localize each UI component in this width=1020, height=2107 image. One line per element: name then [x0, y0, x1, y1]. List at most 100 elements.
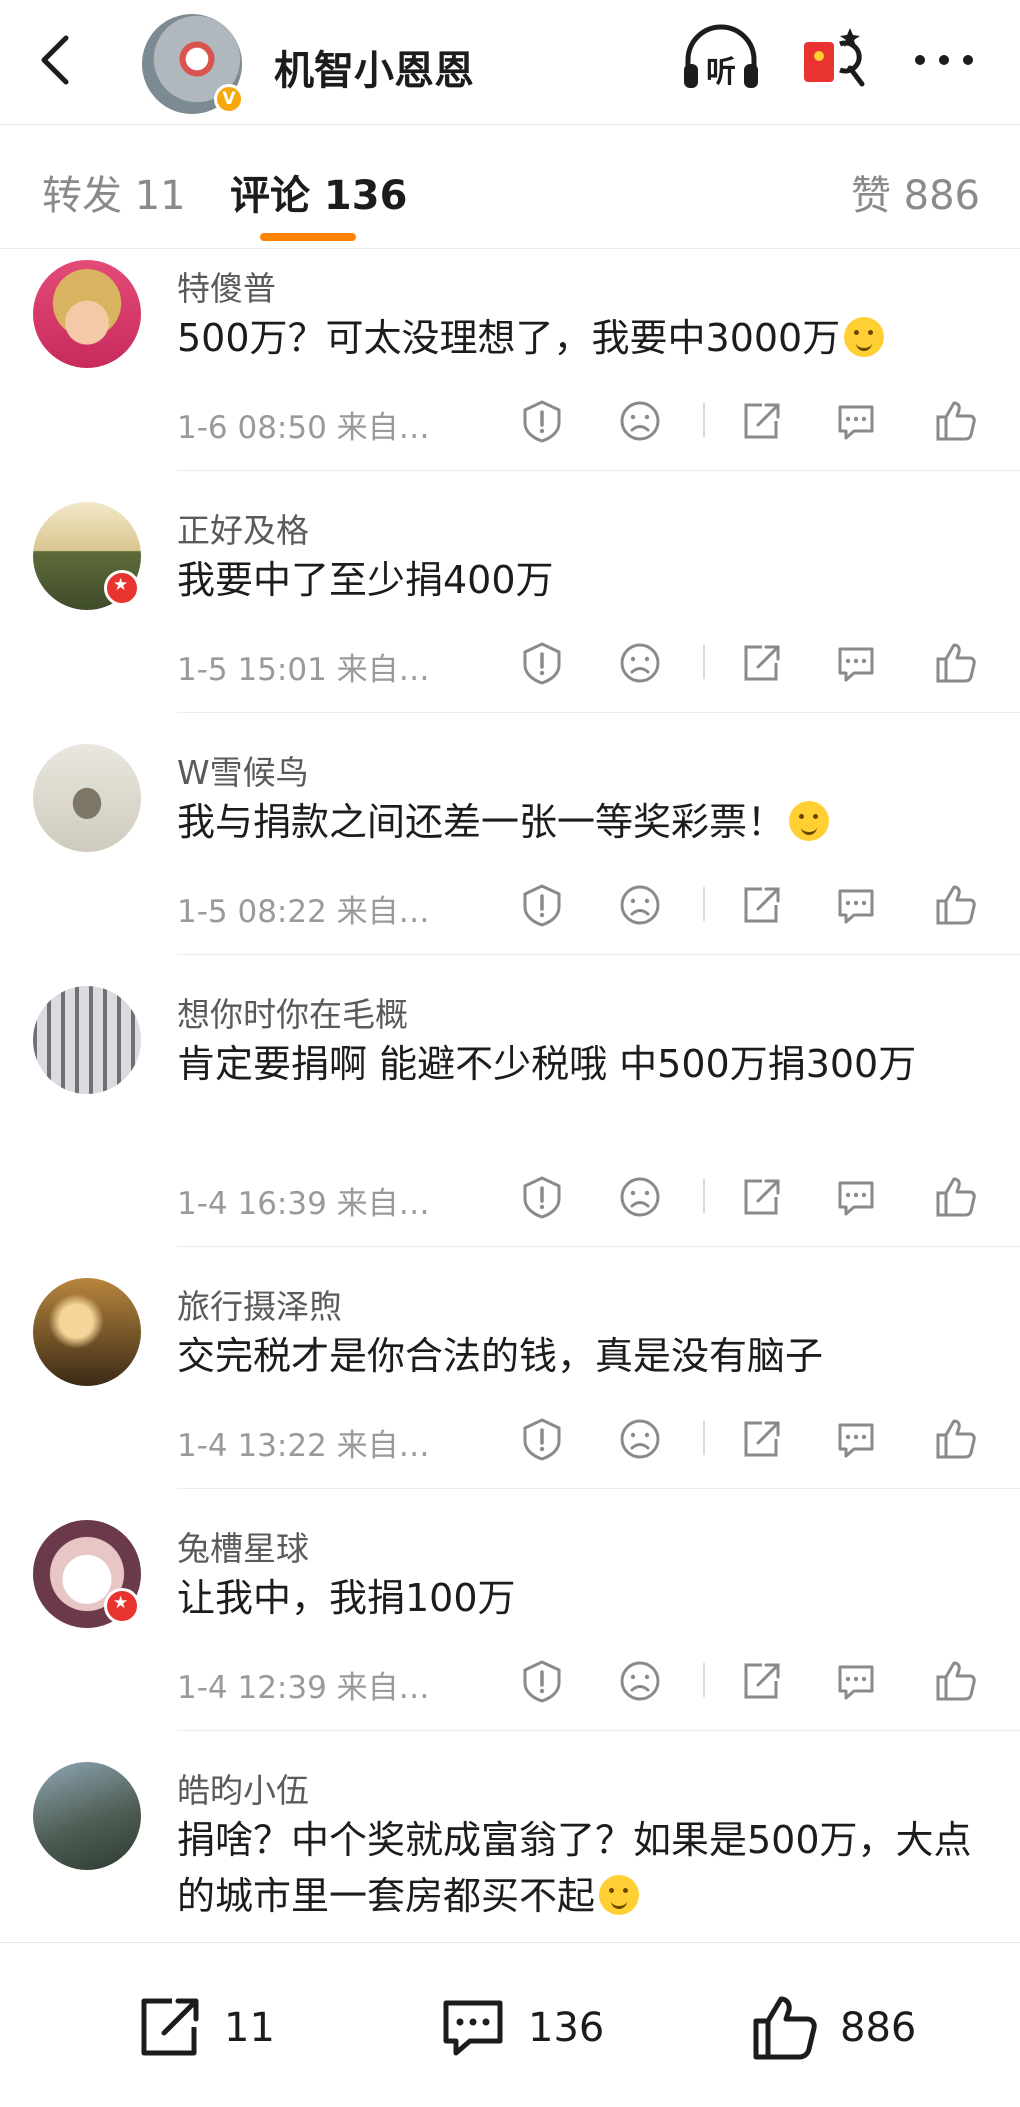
share-button[interactable] — [738, 399, 782, 443]
comment-actions — [520, 880, 990, 930]
thumbs-up-icon — [936, 1177, 976, 1217]
like-button[interactable] — [934, 641, 978, 685]
reply-icon — [838, 405, 874, 440]
report-button[interactable] — [520, 399, 564, 443]
share-icon — [744, 1179, 780, 1215]
dislike-icon — [620, 885, 660, 925]
dislike-button[interactable] — [618, 883, 662, 927]
report-button[interactable] — [520, 641, 564, 685]
like-button[interactable] — [934, 399, 978, 443]
member-badge — [104, 1588, 140, 1624]
post-tabs: 转发 11 评论 136 赞 886 — [0, 125, 1020, 249]
tab-likes[interactable]: 赞 886 — [851, 163, 980, 221]
active-tab-indicator — [260, 233, 356, 241]
like-button[interactable] — [934, 1659, 978, 1703]
dislike-icon — [620, 1177, 660, 1217]
comment-text: 我与捐款之间还差一张一等奖彩票！ — [177, 794, 977, 850]
comment-meta: 1-4 13:22 来自… — [177, 1428, 430, 1464]
dislike-icon — [620, 643, 660, 683]
reply-button[interactable] — [834, 1175, 878, 1219]
red-envelope-icon — [804, 28, 865, 87]
commenter-name[interactable]: 旅行摄泽煦 — [177, 1280, 342, 1328]
comment-divider — [177, 470, 1020, 471]
comment-actions — [520, 396, 990, 446]
report-icon — [523, 1660, 561, 1703]
listen-button[interactable]: 听 — [680, 22, 762, 96]
commenter-name[interactable]: 正好及格 — [177, 504, 309, 552]
commenter-avatar[interactable] — [33, 1762, 141, 1870]
smirk-emoji-icon — [844, 317, 885, 357]
crying-emoji-icon — [789, 801, 830, 841]
commenter-name[interactable]: 皓昀小伍 — [177, 1764, 309, 1812]
share-icon — [744, 1421, 780, 1457]
laugh-cry-emoji-icon — [599, 1875, 640, 1915]
like-button[interactable] — [934, 1175, 978, 1219]
dislike-button[interactable] — [618, 1659, 662, 1703]
reply-button[interactable] — [834, 641, 878, 685]
like-button[interactable] — [934, 883, 978, 927]
more-horizontal-icon — [915, 55, 973, 65]
dislike-button[interactable] — [618, 641, 662, 685]
commenter-name[interactable]: W雪候鸟 — [177, 746, 309, 794]
action-divider — [703, 645, 705, 679]
comment-text: 500万？可太没理想了，我要中3000万 — [177, 310, 977, 366]
commenter-avatar[interactable] — [33, 744, 141, 852]
red-envelope-button[interactable] — [800, 22, 870, 96]
share-button[interactable] — [738, 883, 782, 927]
commenter-name[interactable]: 兔槽星球 — [177, 1522, 309, 1570]
report-button[interactable] — [520, 1659, 564, 1703]
report-button[interactable] — [520, 1175, 564, 1219]
dislike-button[interactable] — [618, 399, 662, 443]
share-button[interactable] — [738, 1175, 782, 1219]
member-badge — [104, 570, 140, 606]
reply-button[interactable] — [834, 883, 878, 927]
share-icon — [744, 887, 780, 923]
comment-meta: 1-4 16:39 来自… — [177, 1186, 430, 1222]
comment-count: 136 — [528, 2005, 605, 2051]
dislike-button[interactable] — [618, 1175, 662, 1219]
listen-label: 听 — [706, 55, 736, 90]
reply-button[interactable] — [834, 399, 878, 443]
reply-icon — [838, 1665, 874, 1700]
reply-icon — [838, 1181, 874, 1216]
comment-meta: 1-4 12:39 来自… — [177, 1670, 430, 1706]
share-icon — [744, 1663, 780, 1699]
action-divider — [703, 1421, 705, 1455]
report-button[interactable] — [520, 1417, 564, 1461]
chevron-left-icon — [41, 35, 69, 85]
repost-count: 11 — [224, 2005, 275, 2051]
share-button[interactable] — [738, 1659, 782, 1703]
commenter-avatar[interactable] — [33, 986, 141, 1094]
top-bar: V 机智小恩恩 听 — [0, 0, 1020, 125]
dislike-button[interactable] — [618, 1417, 662, 1461]
thumbs-up-icon — [753, 1996, 817, 2060]
tab-repost[interactable]: 转发 11 — [42, 163, 186, 221]
reply-button[interactable] — [834, 1417, 878, 1461]
dislike-icon — [620, 1661, 660, 1701]
comment-text: 肯定要捐啊 能避不少税哦 中500万捐300万 — [177, 1042, 917, 1086]
action-divider — [703, 887, 705, 921]
report-button[interactable] — [520, 883, 564, 927]
dislike-icon — [620, 1419, 660, 1459]
comment-divider — [177, 1488, 1020, 1489]
like-button[interactable] — [934, 1417, 978, 1461]
action-divider — [703, 1179, 705, 1213]
author-name[interactable]: 机智小恩恩 — [274, 38, 474, 96]
thumbs-up-icon — [936, 885, 976, 925]
report-icon — [523, 1418, 561, 1461]
commenter-avatar[interactable] — [33, 260, 141, 368]
commenter-name[interactable]: 特傻普 — [177, 262, 276, 310]
verified-badge: V — [214, 84, 244, 114]
tab-comments[interactable]: 评论 136 — [230, 163, 407, 221]
share-button[interactable] — [738, 641, 782, 685]
commenter-name[interactable]: 想你时你在毛概 — [177, 988, 408, 1036]
comment-actions — [520, 1656, 990, 1706]
dislike-icon — [620, 401, 660, 441]
share-button[interactable] — [738, 1417, 782, 1461]
more-button[interactable] — [912, 46, 976, 74]
comment-list: 特傻普 500万？可太没理想了，我要中3000万 1-6 08:50 来自… 正… — [0, 250, 1020, 1942]
commenter-avatar[interactable] — [33, 1278, 141, 1386]
comment-meta: 1-5 08:22 来自… — [177, 894, 430, 930]
reply-button[interactable] — [834, 1659, 878, 1703]
back-button[interactable] — [36, 30, 76, 90]
